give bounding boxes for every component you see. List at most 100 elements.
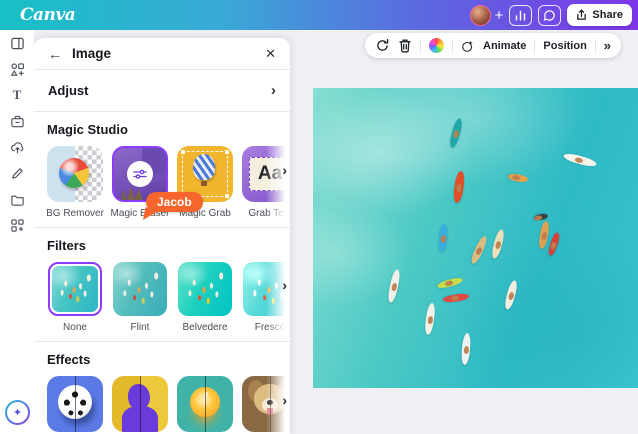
back-arrow-icon[interactable]: ← (48, 46, 62, 62)
tool-bg-remover[interactable]: BG Remover (47, 146, 103, 219)
sidebar-item-draw[interactable] (0, 160, 34, 186)
surfboard (546, 232, 560, 257)
close-icon[interactable]: ✕ (265, 46, 276, 62)
toolbar-separator (452, 39, 453, 53)
filters-title: Filters (47, 238, 290, 253)
effects-section: Effects Shadow Dutone Blur (34, 342, 290, 434)
bar-chart-icon (514, 9, 527, 22)
share-icon (576, 9, 587, 21)
surfboard (424, 303, 436, 336)
surfboard (438, 224, 448, 253)
surfboard (387, 269, 402, 304)
chevron-right-icon: › (271, 82, 276, 99)
collaborator-cursor-tag: Jacob (146, 192, 203, 212)
chevron-right-icon: › (282, 277, 287, 293)
sidebar-item-projects[interactable] (0, 186, 34, 212)
chat-bubble-icon (543, 9, 556, 22)
surfboard (537, 221, 550, 250)
pen-icon (10, 166, 25, 181)
sparkle-icon: ✦ (7, 402, 28, 423)
animate-icon (461, 39, 475, 53)
design-icon (10, 36, 25, 51)
filter-label: Flint (131, 322, 150, 333)
magic-studio-section: Magic Studio Jacob BG Remover (34, 112, 290, 227)
filter-label: Belvedere (182, 322, 227, 333)
surfboard (504, 279, 519, 310)
more-options-icon[interactable]: » (604, 38, 611, 53)
blur-effect-thumbnail[interactable] (177, 376, 233, 432)
surfboard (533, 213, 548, 221)
adjust-label: Adjust (48, 83, 88, 98)
surfboard (507, 173, 528, 183)
panel-header: ← Image ✕ (34, 38, 290, 69)
toolbar-separator (420, 39, 421, 53)
beach-ball-art (59, 158, 89, 188)
surfboard (453, 171, 466, 204)
sidebar-item-apps[interactable] (0, 212, 34, 238)
adjust-row[interactable]: Adjust › (34, 70, 290, 111)
filters-strip: None Flint Belvedere Fresco (47, 262, 290, 333)
filter-flint[interactable]: Flint (112, 262, 168, 333)
folder-icon (10, 192, 25, 207)
dutone-effect-thumbnail[interactable] (112, 376, 168, 432)
balloon-art (193, 154, 215, 180)
silhouette-head-art (128, 384, 150, 410)
avatar[interactable] (470, 5, 491, 26)
strip-scroll-right[interactable]: › (266, 342, 290, 434)
share-label: Share (592, 9, 623, 21)
image-panel: ← Image ✕ Adjust › Magic Studio Jacob BG… (34, 38, 290, 434)
surfboard (448, 117, 463, 148)
filter-label: None (63, 322, 87, 333)
surfboard (469, 235, 489, 266)
surfboard (460, 333, 471, 366)
sliders-icon (127, 161, 153, 187)
chevron-right-icon: › (282, 392, 287, 408)
position-button[interactable]: Position (543, 40, 586, 52)
text-tool-icon: T (13, 87, 22, 103)
sidebar-item-uploads[interactable] (0, 134, 34, 160)
shadow-effect-thumbnail[interactable] (47, 376, 103, 432)
panel-title: Image (72, 46, 111, 61)
share-button[interactable]: Share (567, 4, 632, 26)
insights-button[interactable] (509, 5, 532, 26)
effect-dutone[interactable]: Dutone (112, 376, 168, 434)
sidebar-item-elements[interactable] (0, 56, 34, 82)
filters-section: Filters None Flint Belvedere Fresco › (34, 228, 290, 341)
trash-icon[interactable] (398, 38, 412, 53)
canvas-image[interactable] (313, 88, 638, 388)
cloud-upload-icon (10, 140, 25, 155)
rotate-icon[interactable] (375, 38, 390, 53)
surfboard (436, 276, 463, 289)
comments-button[interactable] (538, 5, 561, 26)
toolbar-separator (595, 39, 596, 53)
sidebar-item-brand[interactable] (0, 108, 34, 134)
animate-button[interactable]: Animate (483, 40, 526, 52)
strip-scroll-right[interactable]: › (266, 228, 290, 341)
canva-logo[interactable]: Canva (20, 5, 75, 25)
topbar-actions: + Share (470, 4, 638, 26)
filter-none[interactable]: None (47, 262, 103, 333)
bg-remover-thumbnail[interactable] (47, 146, 103, 202)
sidebar-item-design[interactable] (0, 30, 34, 56)
filter-none-thumbnail[interactable] (48, 262, 102, 316)
filter-belvedere[interactable]: Belvedere (177, 262, 233, 333)
surfboard (562, 152, 597, 169)
effect-shadow[interactable]: Shadow (47, 376, 103, 434)
sidebar-rail: T ✦ (0, 30, 34, 434)
effect-blur[interactable]: Blur (177, 376, 233, 434)
art-weed (120, 186, 144, 202)
canva-assistant-button[interactable]: ✦ (5, 400, 30, 425)
sidebar-item-text[interactable]: T (0, 82, 34, 108)
top-bar: Canva + Share (0, 0, 638, 30)
color-picker-icon[interactable] (429, 38, 444, 53)
soccer-ball-art (58, 385, 92, 419)
toolbar-separator (534, 39, 535, 53)
orange-art (190, 387, 220, 417)
strip-scroll-right[interactable]: › (266, 112, 290, 227)
add-member-icon[interactable]: + (495, 8, 504, 23)
effects-title: Effects (47, 352, 290, 367)
effects-strip: Shadow Dutone Blur (47, 376, 290, 434)
chevron-right-icon: › (282, 162, 287, 178)
filter-belvedere-thumbnail[interactable] (178, 262, 232, 316)
filter-flint-thumbnail[interactable] (113, 262, 167, 316)
